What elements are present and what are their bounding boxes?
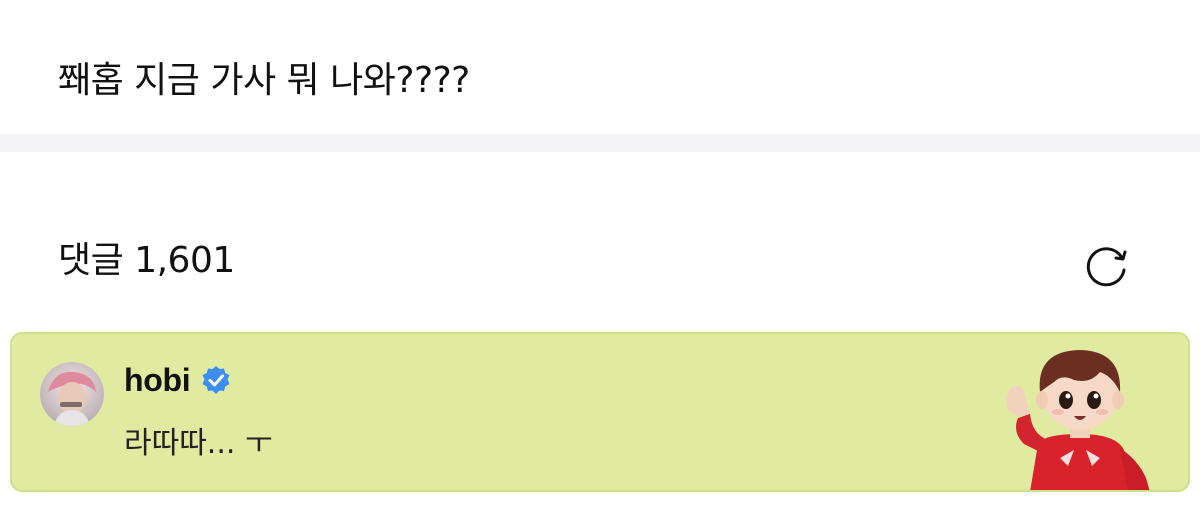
author-avatar[interactable] bbox=[40, 362, 104, 426]
character-sticker bbox=[1004, 340, 1154, 490]
section-divider bbox=[0, 134, 1200, 152]
refresh-button[interactable] bbox=[1080, 238, 1134, 292]
character-sticker-icon bbox=[1006, 350, 1150, 490]
author-row: hobi bbox=[124, 358, 232, 402]
featured-comment[interactable]: hobi 라따따... ㅜ bbox=[10, 332, 1190, 492]
refresh-icon bbox=[1086, 247, 1127, 287]
comments-count: 1,601 bbox=[134, 240, 235, 281]
verified-badge-icon bbox=[202, 366, 230, 394]
comments-header: 댓글 1,601 bbox=[58, 238, 235, 284]
author-name[interactable]: hobi bbox=[124, 362, 191, 399]
comment-text: 라따따... ㅜ bbox=[124, 426, 273, 461]
comments-label: 댓글 bbox=[58, 240, 124, 281]
post-text: 쫴홉 지금 가사 뭐 나와???? bbox=[58, 60, 470, 101]
user-avatar bbox=[40, 362, 104, 426]
